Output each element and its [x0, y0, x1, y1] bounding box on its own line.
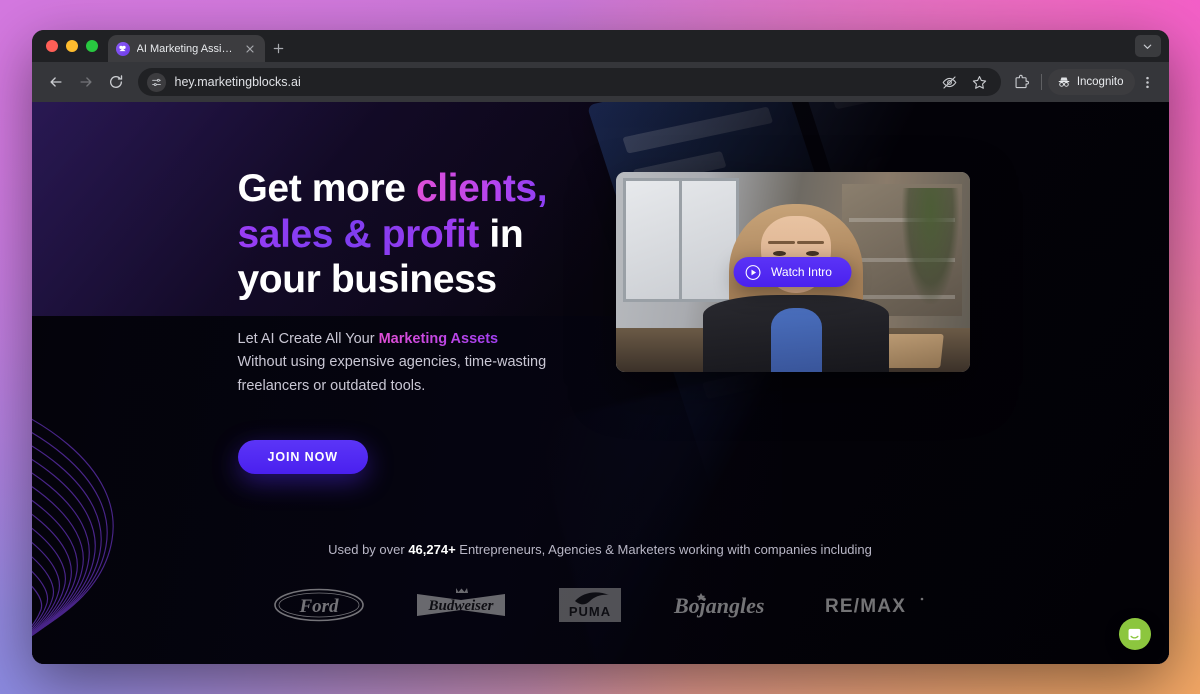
headline-line-3: your business [237, 258, 498, 302]
close-icon[interactable] [243, 42, 257, 56]
join-now-button[interactable]: JOIN NOW [237, 440, 368, 475]
watch-intro-label: Watch Intro [771, 265, 832, 279]
tab-title: AI Marketing Assistant [136, 42, 236, 55]
maximize-window-button[interactable] [85, 40, 98, 52]
subcopy-line-2: Without using expensive agencies, time-w… [237, 354, 547, 371]
tab-strip: AI Marketing Assistant [31, 30, 1169, 62]
browser-tab[interactable]: AI Marketing Assistant [107, 35, 265, 62]
minimize-window-button[interactable] [65, 40, 78, 52]
hero-copy-column: Get more clients, sales & profit in your… [237, 166, 568, 475]
puzzle-extensions-icon[interactable] [1009, 73, 1035, 91]
chat-message-icon [1126, 626, 1143, 643]
headline-line-2-plain: in [478, 212, 524, 256]
hero-section: Get more clients, sales & profit in your… [32, 102, 1169, 664]
address-bar[interactable]: hey.marketingblocks.ai [137, 68, 1001, 96]
star-icon[interactable] [971, 73, 989, 91]
social-proof-section: Used by over 46,274+ Entrepreneurs, Agen… [32, 542, 1169, 625]
social-suffix: Entrepreneurs, Agencies & Marketers work… [455, 542, 872, 558]
kebab-menu-icon[interactable] [1137, 69, 1159, 95]
social-proof-text: Used by over 46,274+ Entrepreneurs, Agen… [32, 542, 1169, 557]
ford-logo: Ford [273, 587, 365, 623]
forward-arrow-icon[interactable] [72, 68, 100, 96]
toolbar-divider [1040, 74, 1042, 90]
svg-text:Budweiser: Budweiser [427, 598, 493, 614]
watch-intro-button[interactable]: Watch Intro [733, 257, 852, 287]
svg-text:PUMA: PUMA [569, 604, 611, 619]
svg-text:Bojangles: Bojangles [673, 593, 764, 618]
chat-widget-button[interactable] [1118, 618, 1151, 650]
intro-video-thumbnail[interactable]: Watch Intro [615, 172, 970, 372]
page-viewport: Get more clients, sales & profit in your… [31, 102, 1169, 664]
video-plant [902, 188, 959, 304]
headline-line-2-accent: sales & profit [237, 212, 480, 256]
reload-icon[interactable] [102, 68, 130, 96]
hero-subcopy: Let AI Create All Your Marketing Assets … [238, 328, 568, 398]
subcopy-line-1-accent: Marketing Assets [378, 330, 499, 347]
incognito-label: Incognito [1076, 76, 1124, 88]
marketingblocks-logo-icon [115, 41, 130, 56]
brand-logo-row: Ford Budweiser PUMA Bojangles RE/MAX [32, 585, 1169, 625]
video-person [702, 204, 890, 372]
video-office-window [622, 178, 740, 302]
play-circle-icon [744, 264, 761, 281]
window-menu-button[interactable] [1134, 35, 1161, 57]
hero-row: Get more clients, sales & profit in your… [32, 166, 1169, 475]
eye-slash-icon[interactable] [941, 73, 959, 91]
subcopy-line-1-plain: Let AI Create All Your [237, 330, 379, 347]
social-prefix: Used by over [328, 542, 409, 558]
remax-logo: RE/MAX [823, 590, 927, 620]
tune-settings-icon[interactable] [146, 72, 166, 92]
browser-toolbar: hey.marketingblocks.ai Incognito [31, 62, 1169, 102]
traffic-lights [42, 30, 108, 62]
url-text[interactable]: hey.marketingblocks.ai [175, 75, 932, 89]
incognito-indicator[interactable]: Incognito [1047, 69, 1135, 95]
subcopy-line-3: freelancers or outdated tools. [237, 377, 426, 394]
budweiser-logo: Budweiser [413, 585, 509, 625]
page-headline: Get more clients, sales & profit in your… [238, 166, 568, 303]
hero-video-column: Watch Intro [615, 166, 970, 372]
new-tab-button[interactable] [265, 35, 293, 62]
incognito-hat-icon [1057, 75, 1071, 89]
browser-window: AI Marketing Assistant hey.marketingbloc… [31, 30, 1169, 664]
omnibox-actions [941, 73, 991, 91]
headline-line-1-accent: clients, [415, 167, 548, 210]
social-count: 46,274+ [408, 542, 456, 558]
headline-line-1-plain: Get more [237, 167, 416, 210]
puma-logo: PUMA [557, 585, 623, 625]
svg-text:Ford: Ford [298, 596, 339, 617]
close-window-button[interactable] [45, 40, 58, 52]
svg-text:RE/MAX: RE/MAX [825, 596, 906, 617]
bojangles-logo: Bojangles [671, 588, 775, 622]
back-arrow-icon[interactable] [42, 68, 70, 96]
